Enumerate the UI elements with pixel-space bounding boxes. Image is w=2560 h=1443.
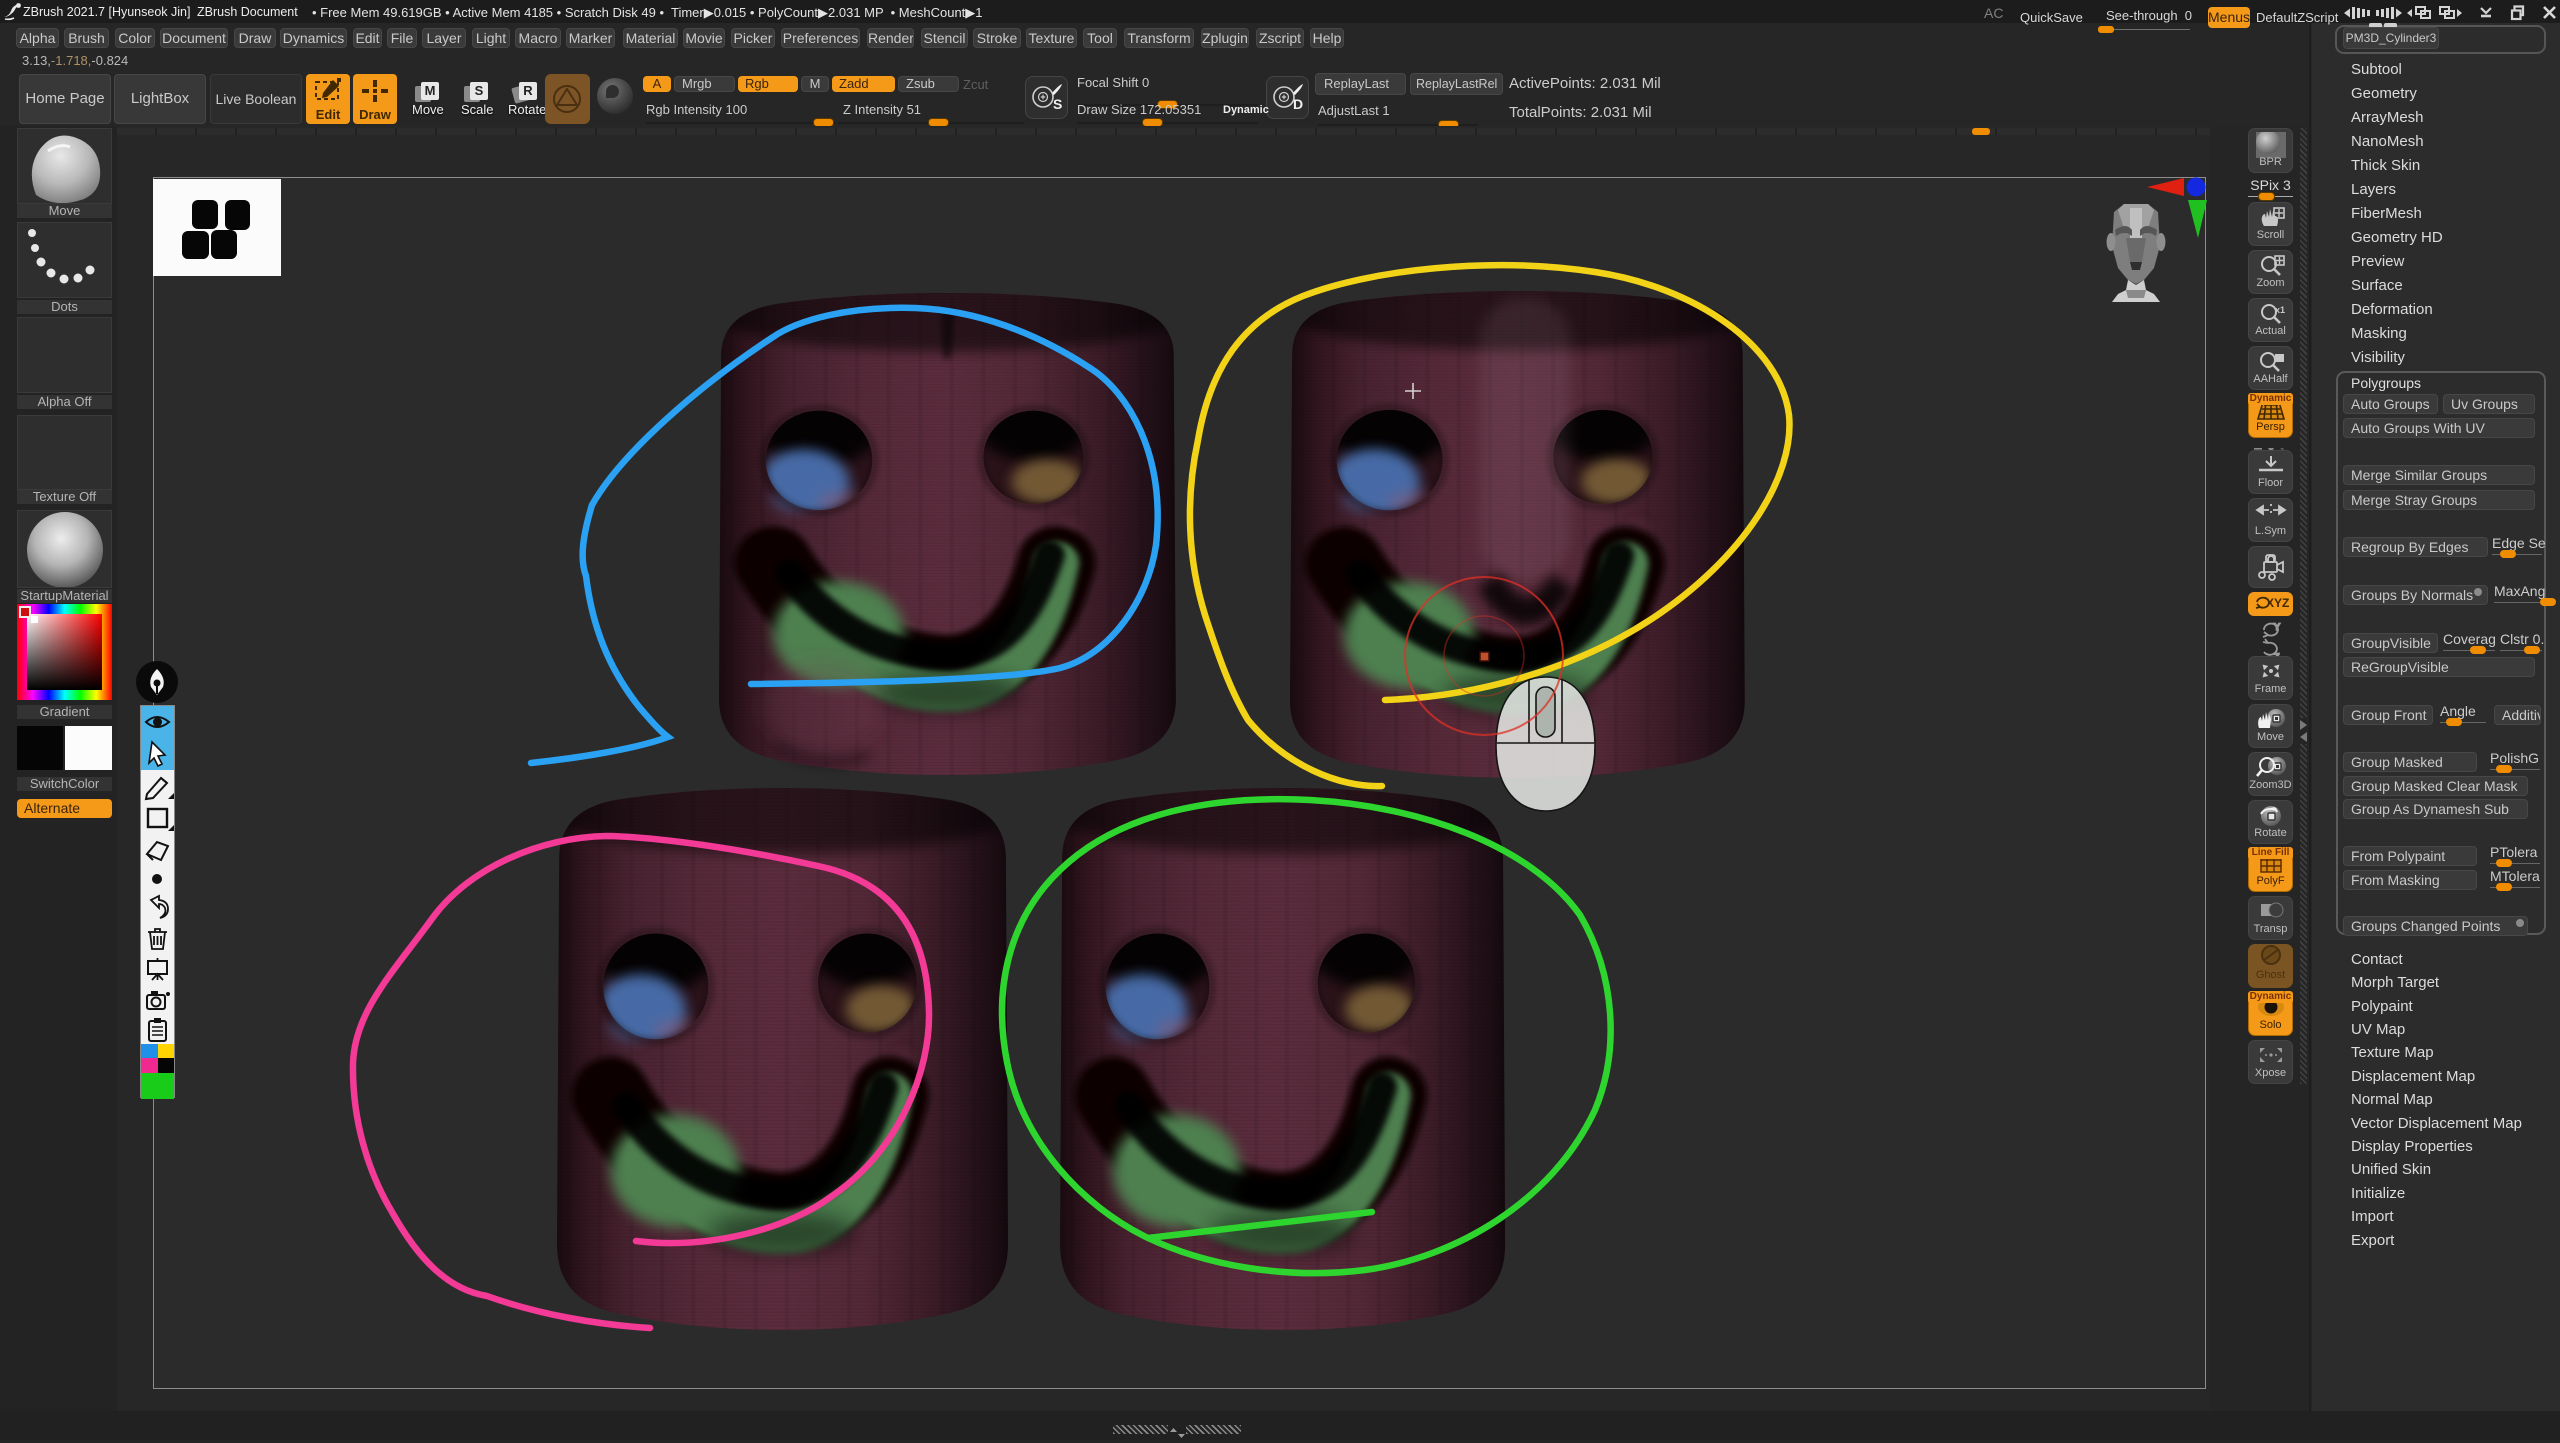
svg-text:Y: Y [2274, 622, 2280, 632]
svg-text:XYZ: XYZ [2266, 596, 2289, 610]
svg-text:x1: x1 [2275, 305, 2285, 315]
svg-text:S: S [1053, 96, 1062, 112]
svg-text:D: D [1293, 96, 1303, 112]
